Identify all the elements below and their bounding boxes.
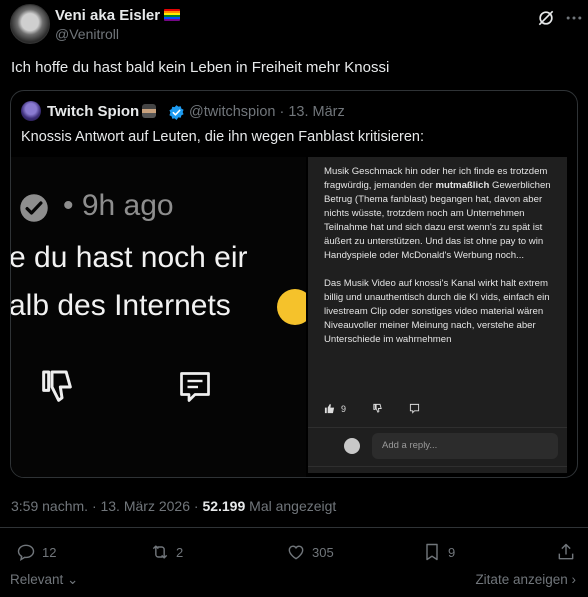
bookmark-icon [426,543,438,561]
share-icon [558,543,574,560]
quote-image-left[interactable]: • 9h ago e du hast noch eir alb des Inte… [11,157,306,477]
repost-button[interactable]: 2 [150,542,183,562]
comment-paragraph-2: Das Musik Video auf knossi's Kanal wirkt… [324,278,550,345]
dislike-icon [42,370,72,402]
like-icon [324,403,335,414]
spy-emoji-icon [142,104,157,118]
reply-icon [17,544,35,561]
quote-avatar[interactable] [21,101,41,121]
author-avatar[interactable] [10,4,50,44]
comment-small-icon [409,403,420,414]
author-name[interactable]: Veni aka Eisler [55,7,181,24]
repost-icon [152,545,168,559]
quote-author-name[interactable]: Twitch Spion [47,103,157,120]
chevron-right-icon: › [567,572,577,587]
dislike-small-icon [373,403,382,413]
share-button[interactable] [556,542,576,562]
grok-icon[interactable] [536,8,556,28]
reply-input: Add a reply... [372,433,558,459]
like-button[interactable]: 305 [286,542,334,562]
verified-badge-icon [169,105,184,120]
bookmark-button[interactable]: 9 [422,542,455,562]
view-count: 52.199 [202,498,246,514]
view-quotes-link[interactable]: Zitate anzeigen › [475,572,576,587]
more-icon[interactable] [564,8,584,28]
comment-text: Musik Geschmack hin oder her ich finde e… [324,165,560,361]
reply-avatar [344,438,360,454]
quote-image-right[interactable]: Musik Geschmack hin oder her ich finde e… [308,157,567,473]
quoted-post[interactable]: Twitch Spion @twitchspion · 13. März Kno… [10,90,578,478]
comment-paragraph-1: Musik Geschmack hin oder her ich finde e… [324,166,551,261]
chevron-down-icon: ⌄ [63,572,79,587]
check-circle-icon [20,194,48,222]
rainbow-flag-icon [164,9,181,21]
post-meta: 3:59 nachm. · 13. März 2026 · 52.199 Mal… [11,498,337,514]
sort-dropdown[interactable]: Relevant ⌄ [10,572,78,588]
image-text-line1: e du hast noch eir [11,241,248,274]
comment-divider-bottom [308,466,567,467]
reply-button[interactable]: 12 [16,542,56,562]
quote-text: Knossis Antwort auf Leuten, die ihn wege… [21,129,425,145]
tweet-text: Ich hoffe du hast bald kein Leben in Fre… [11,59,390,76]
comment-icon [180,372,210,402]
comment-divider [308,427,567,428]
image-time-ago: • 9h ago [63,189,174,222]
quote-handle-date: @twitchspion · 13. März [189,104,345,120]
laughing-emoji-icon [277,289,306,325]
image-text-line2: alb des Internets [11,289,231,322]
comment-like-count: 9 [341,403,347,414]
heart-icon [288,545,304,560]
comment-actions: 9 [324,403,420,414]
divider [0,527,588,528]
author-handle[interactable]: @Venitroll [55,26,119,42]
